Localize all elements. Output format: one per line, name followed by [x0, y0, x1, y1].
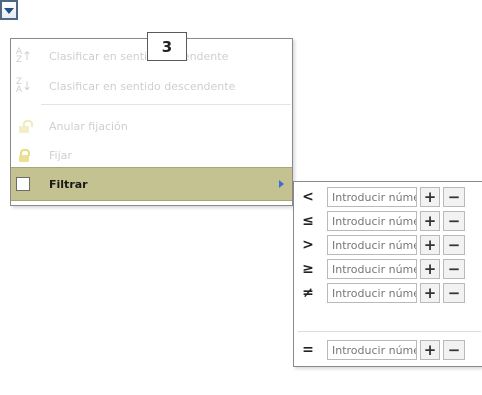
step-callout: 3	[147, 32, 187, 61]
menu-item-label: Clasificar en sentido descendente	[49, 79, 236, 93]
column-dropdown-button[interactable]	[0, 0, 18, 20]
menu-item-sort-descending[interactable]: Z A ↓ Clasificar en sentido descendente	[11, 71, 292, 101]
remove-condition-button[interactable]: −	[443, 283, 465, 303]
sort-descending-icon: Z A ↓	[15, 77, 33, 95]
operator-greater-equal[interactable]: ≥	[300, 257, 316, 281]
add-condition-button[interactable]: +	[420, 259, 440, 279]
remove-condition-button[interactable]: −	[443, 235, 465, 255]
add-condition-button[interactable]: +	[420, 187, 440, 207]
submenu-separator	[298, 331, 481, 332]
filter-row-greater-equal: ≥ Introducir número + −	[294, 257, 482, 281]
filter-value-input[interactable]: Introducir número	[327, 283, 417, 303]
operator-less-than[interactable]: <	[300, 185, 316, 209]
menu-item-label: Clasificar en sentido ascendente	[49, 49, 229, 63]
filter-row-equal: = Introducir número + −	[294, 338, 482, 362]
menu-item-label: Filtrar	[49, 177, 88, 191]
add-condition-button[interactable]: +	[420, 340, 440, 360]
filter-submenu: < Introducir número + − ≤ Introducir núm…	[293, 181, 482, 367]
lock-icon	[15, 145, 33, 165]
remove-condition-button[interactable]: −	[443, 259, 465, 279]
menu-item-unpin[interactable]: Anular fijación	[11, 111, 292, 141]
filter-row-greater-than: > Introducir número + −	[294, 233, 482, 257]
filter-row-not-equal: ≠ Introducir número + −	[294, 281, 482, 305]
operator-greater-than[interactable]: >	[300, 233, 316, 257]
operator-less-equal[interactable]: ≤	[300, 209, 316, 233]
menu-separator	[41, 104, 291, 105]
filter-value-input[interactable]: Introducir número	[327, 259, 417, 279]
column-context-menu: A Z ↑ Clasificar en sentido ascendente Z A ↓…	[10, 38, 293, 206]
remove-condition-button[interactable]: −	[443, 211, 465, 231]
filter-value-input[interactable]: Introducir número	[327, 340, 417, 360]
chevron-down-icon	[4, 8, 14, 14]
menu-item-label: Anular fijación	[49, 119, 128, 133]
add-condition-button[interactable]: +	[420, 283, 440, 303]
unlock-icon	[15, 116, 33, 136]
menu-item-filter[interactable]: Filtrar	[11, 167, 292, 201]
operator-equal[interactable]: =	[300, 338, 316, 362]
menu-item-label: Fijar	[49, 148, 72, 162]
remove-condition-button[interactable]: −	[443, 340, 465, 360]
operator-not-equal[interactable]: ≠	[300, 281, 316, 305]
filter-value-input[interactable]: Introducir número	[327, 211, 417, 231]
add-condition-button[interactable]: +	[420, 211, 440, 231]
menu-item-pin[interactable]: Fijar	[11, 140, 292, 170]
filter-value-input[interactable]: Introducir número	[327, 235, 417, 255]
filter-value-input[interactable]: Introducir número	[327, 187, 417, 207]
filter-row-less-equal: ≤ Introducir número + −	[294, 209, 482, 233]
add-condition-button[interactable]: +	[420, 235, 440, 255]
filter-checkbox[interactable]	[16, 177, 30, 191]
remove-condition-button[interactable]: −	[443, 187, 465, 207]
filter-row-less-than: < Introducir número + −	[294, 185, 482, 209]
submenu-arrow-icon	[279, 180, 284, 188]
sort-ascending-icon: A Z ↑	[15, 47, 33, 65]
